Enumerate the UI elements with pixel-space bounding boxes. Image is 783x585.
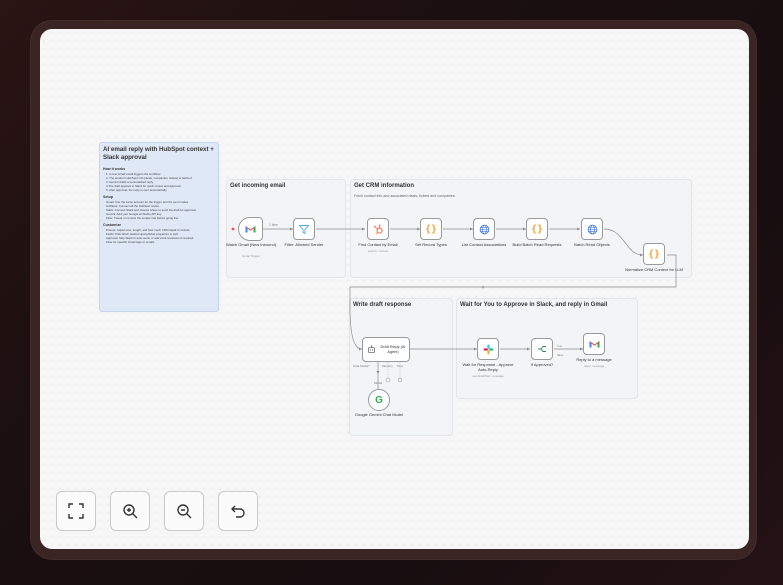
node-normalize[interactable]: {} <box>643 243 665 265</box>
port-label: Tool <box>397 364 403 368</box>
node-label: Filter: Allowed Sender <box>284 242 324 247</box>
node-label: If Approved? <box>530 362 554 367</box>
node-sublabel: Gmail Trigger <box>241 254 260 258</box>
code-braces-icon: {} <box>647 248 661 260</box>
zoom-in-icon <box>123 504 138 519</box>
if-icon <box>538 346 546 352</box>
zoom-out-button[interactable] <box>164 491 204 531</box>
node-label: Google Gemini Chat Model <box>354 412 404 417</box>
node-label: Batch Read Objects <box>574 242 610 247</box>
node-gemini[interactable]: G <box>368 389 390 411</box>
code-braces-icon: {} <box>530 223 544 235</box>
node-label: Build Batch Read Requests <box>512 242 562 247</box>
port-label: Model <box>374 381 383 385</box>
node-find-contact[interactable] <box>367 218 389 240</box>
filter-icon <box>299 224 309 234</box>
node-reply-message[interactable] <box>583 333 605 355</box>
node-label: Draft Reply (AI Agent) <box>380 345 406 354</box>
gmail-icon <box>589 341 599 348</box>
node-build-batch[interactable]: {} <box>526 218 548 240</box>
node-sublabel: search: contact <box>367 249 389 253</box>
node-filter[interactable] <box>293 218 315 240</box>
google-icon: G <box>375 394 383 406</box>
undo-icon <box>231 505 245 518</box>
zoom-in-button[interactable] <box>110 491 150 531</box>
edge-label: 1 item <box>269 223 279 227</box>
node-draft-reply[interactable]: Draft Reply (AI Agent) <box>362 337 410 362</box>
globe-icon <box>587 224 597 234</box>
port-label: false <box>557 353 564 357</box>
node-label: Set Record Types <box>415 242 447 247</box>
connections <box>231 227 677 389</box>
gmail-icon <box>245 226 256 233</box>
node-sublabel: sendAndWait: message <box>472 374 504 378</box>
node-label: Wait for Response - Approve Auto-Reply <box>462 362 514 372</box>
globe-icon <box>479 224 489 234</box>
fit-view-button[interactable] <box>56 491 96 531</box>
port-label: true <box>557 344 563 348</box>
node-label: Find Contact by Email <box>358 242 398 247</box>
port-label: Chat Model* <box>353 364 370 368</box>
zoom-out-icon <box>177 504 192 519</box>
code-braces-icon: {} <box>424 223 438 235</box>
node-set-record-types[interactable]: {} <box>420 218 442 240</box>
port-label: Memory <box>382 364 393 368</box>
robot-icon <box>368 345 375 353</box>
node-label: List Contact Associations <box>461 242 507 247</box>
node-label: Watch Gmail (New Inbound) <box>225 242 277 247</box>
node-watch-gmail[interactable] <box>238 217 263 241</box>
node-label: Reply to a message <box>576 357 612 362</box>
workflow-canvas[interactable]: Get incoming email Get CRM information F… <box>40 29 749 549</box>
undo-button[interactable] <box>218 491 258 531</box>
fit-view-icon <box>68 503 84 519</box>
hubspot-icon <box>373 223 383 234</box>
node-if-approved[interactable] <box>531 338 553 360</box>
slack-icon <box>483 344 493 354</box>
node-list-associations[interactable] <box>473 218 495 240</box>
node-sublabel: reply: message <box>583 364 605 368</box>
node-wait-response[interactable] <box>477 338 499 360</box>
node-batch-read[interactable] <box>581 218 603 240</box>
node-label: Normalize CRM Context for LLM <box>625 267 683 272</box>
